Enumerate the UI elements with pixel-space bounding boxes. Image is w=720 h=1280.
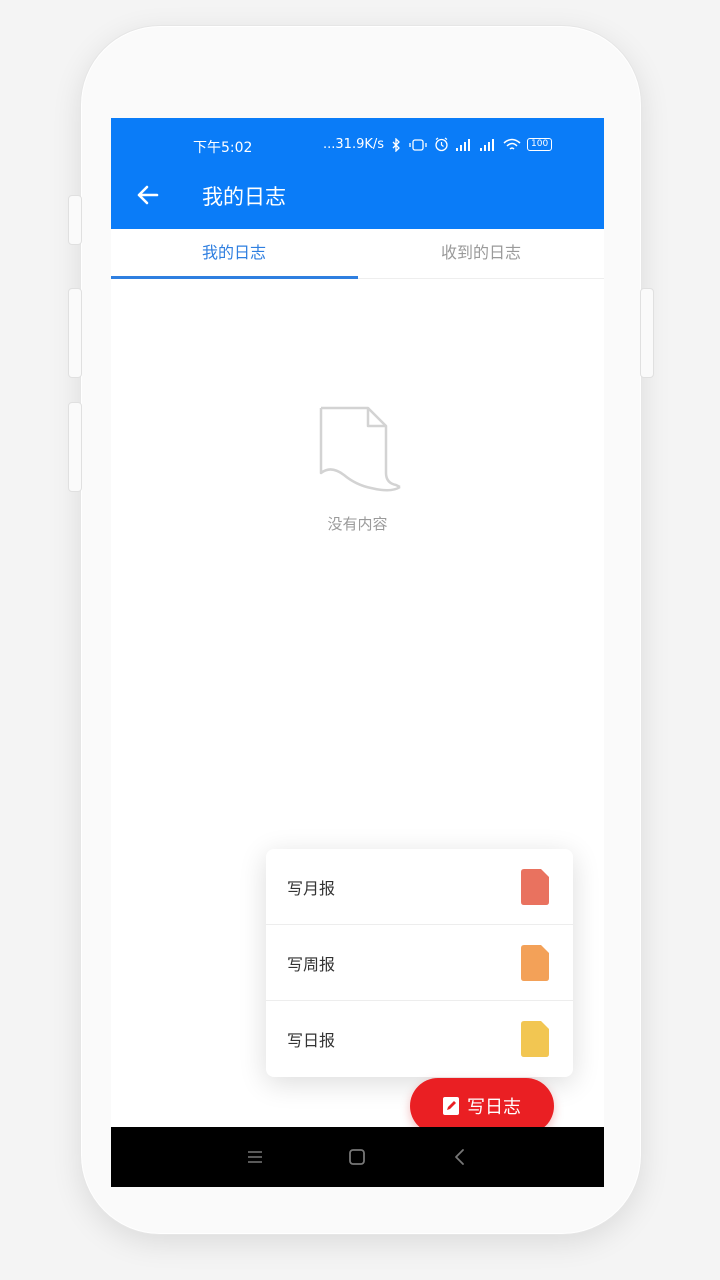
- tab-received-logs[interactable]: 收到的日志: [358, 229, 604, 279]
- write-log-menu: 写月报 写周报 写日报: [266, 849, 573, 1077]
- menu-icon[interactable]: [243, 1145, 267, 1169]
- menu-item-label: 写周报: [287, 955, 336, 974]
- empty-state-text: 没有内容: [327, 515, 388, 533]
- phone-power-button: [640, 288, 654, 378]
- menu-item-weekly-report[interactable]: 写周报: [266, 925, 573, 1001]
- phone-volume-down-button: [68, 402, 82, 492]
- tab-indicator: [111, 276, 358, 279]
- tab-bar: 我的日志 收到的日志: [111, 229, 604, 279]
- page-title: 我的日志: [202, 185, 286, 209]
- doc-icon: [521, 869, 549, 905]
- phone-side-button: [68, 195, 82, 245]
- menu-item-label: 写月报: [287, 879, 336, 898]
- back-arrow-icon[interactable]: [133, 180, 163, 210]
- battery-icon: 100: [527, 138, 553, 151]
- write-log-label: 写日志: [467, 1097, 521, 1118]
- bluetooth-icon: [392, 137, 400, 152]
- menu-item-monthly-report[interactable]: 写月报: [266, 849, 573, 925]
- menu-item-label: 写日报: [287, 1031, 336, 1050]
- app-bar: 下午5:02 ...31.9K/s 100 我的日志: [111, 118, 604, 229]
- tab-label: 我的日志: [201, 243, 266, 262]
- empty-document-icon: [319, 406, 401, 492]
- signal-icon: [480, 138, 495, 151]
- doc-icon: [521, 945, 549, 981]
- tab-label: 收到的日志: [440, 243, 521, 262]
- net-speed: ...31.9K/s: [323, 137, 385, 152]
- edit-note-icon: [443, 1097, 459, 1115]
- alarm-icon: [435, 137, 448, 152]
- home-icon[interactable]: [345, 1145, 369, 1169]
- tab-my-logs[interactable]: 我的日志: [111, 229, 357, 279]
- status-time: 下午5:02: [193, 140, 253, 156]
- wifi-icon: [503, 138, 521, 150]
- back-icon[interactable]: [448, 1145, 472, 1169]
- screen: 下午5:02 ...31.9K/s 100 我的日志 我的日志 收到的日志 没有…: [111, 118, 604, 1187]
- system-nav-bar: [111, 1127, 604, 1187]
- menu-item-daily-report[interactable]: 写日报: [266, 1001, 573, 1077]
- write-log-button[interactable]: 写日志: [410, 1078, 554, 1134]
- doc-icon: [521, 1021, 549, 1057]
- phone-volume-up-button: [68, 288, 82, 378]
- status-icons: ...31.9K/s 100: [323, 137, 553, 152]
- vibrate-icon: [409, 138, 427, 151]
- signal-icon: [456, 138, 471, 151]
